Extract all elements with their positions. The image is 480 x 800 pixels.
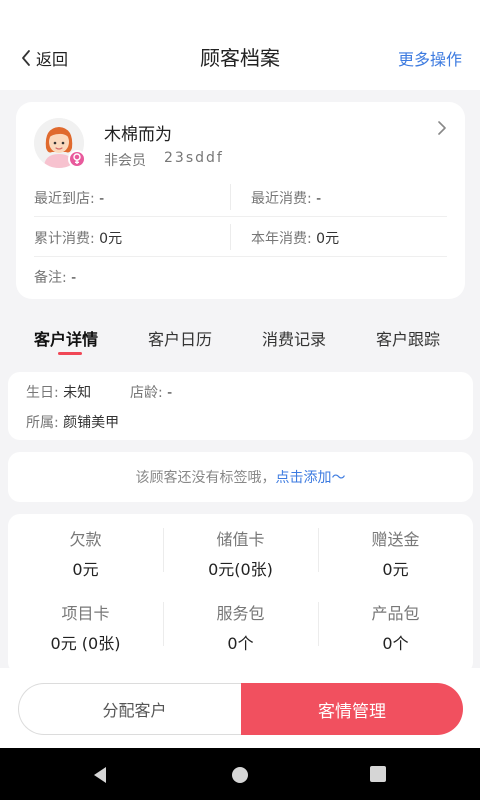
tab-customer-calendar[interactable]: 客户日历 [148,326,212,350]
asset-value: 0元 [72,560,99,579]
asset-label: 项目卡 [61,604,110,623]
store-age-value: - [167,385,173,401]
asset-gift-money[interactable]: 赠送金 0元 [318,526,473,580]
divider [34,256,447,257]
assets-card: 欠款 0元 储值卡 0元(0张) 赠送金 0元 项目卡 0元 (0张) 服务包 … [8,514,473,674]
last-visit: 最近到店: - [34,188,104,208]
asset-value: 0个 [382,634,409,653]
total-spend-value: 0元 [99,231,123,247]
tags-card: 该顾客还没有标签哦， 点击添加〜 [8,452,473,502]
chevron-right-icon[interactable] [437,120,447,136]
more-actions-button[interactable]: 更多操作 [398,46,462,70]
birthday-value: 未知 [63,385,92,401]
divider [230,224,231,250]
note-value: - [71,270,77,286]
assign-customer-button[interactable]: 分配客户 [18,683,250,735]
asset-value: 0元 (0张) [50,634,121,653]
note-label: 备注: [34,270,67,286]
belongs-value: 颜铺美甲 [63,415,120,431]
year-spend-value: 0元 [316,231,340,247]
back-triangle-icon[interactable] [90,765,110,785]
home-circle-icon[interactable] [230,765,250,785]
last-spend-value: - [316,191,322,207]
year-spend: 本年消费: 0元 [251,228,339,248]
divider [34,216,447,217]
birthday-label: 生日: [26,385,59,401]
tab-customer-details[interactable]: 客户详情 [34,326,98,350]
last-spend: 最近消费: - [251,188,321,208]
asset-value: 0个 [227,634,254,653]
asset-value: 0元(0张) [208,560,273,579]
store-age-label: 店龄: [130,385,163,401]
asset-debt[interactable]: 欠款 0元 [8,526,163,580]
total-spend: 累计消费: 0元 [34,228,122,248]
tab-customer-tracking[interactable]: 客户跟踪 [376,326,440,350]
divider [230,184,231,210]
asset-label: 储值卡 [216,530,265,549]
asset-label: 赠送金 [371,530,420,549]
asset-label: 欠款 [69,530,102,549]
add-tag-link[interactable]: 点击添加〜 [276,467,346,487]
asset-product-package[interactable]: 产品包 0个 [318,600,473,654]
asset-service-package[interactable]: 服务包 0个 [163,600,318,654]
last-visit-value: - [99,191,105,207]
customer-profile-card[interactable]: 木棉而为 非会员 23sddf 最近到店: - 最近消费: - 累计消费: 0元… [16,102,465,299]
asset-label: 服务包 [216,604,265,623]
customer-details-card: 生日: 未知 店龄: - 所属: 颜铺美甲 [8,372,473,440]
member-status: 非会员 [104,153,146,169]
customer-name: 木棉而为 [104,125,172,145]
belongs-label: 所属: [26,415,59,431]
last-visit-label: 最近到店: [34,191,95,207]
belongs-to: 所属: 颜铺美甲 [26,412,119,432]
asset-value: 0元 [382,560,409,579]
asset-project-card[interactable]: 项目卡 0元 (0张) [8,600,163,654]
store-age: 店龄: - [130,382,172,402]
note: 备注: - [34,267,76,287]
year-spend-label: 本年消费: [251,231,312,247]
customer-relationship-button[interactable]: 客情管理 [241,683,463,735]
total-spend-label: 累计消费: [34,231,95,247]
active-tab-indicator [58,352,82,355]
system-navigation-bar [0,748,480,800]
female-gender-icon [68,150,86,168]
asset-label: 产品包 [371,604,420,623]
last-spend-label: 最近消费: [251,191,312,207]
tab-consumption-records[interactable]: 消费记录 [262,326,326,350]
top-bar: 返回 顾客档案 更多操作 [0,0,480,90]
asset-stored-value-card[interactable]: 储值卡 0元(0张) [163,526,318,580]
recents-square-icon[interactable] [369,765,387,783]
customer-code: 23sddf [164,150,224,166]
tags-empty-text: 该顾客还没有标签哦， [135,470,276,486]
birthday: 生日: 未知 [26,382,91,402]
